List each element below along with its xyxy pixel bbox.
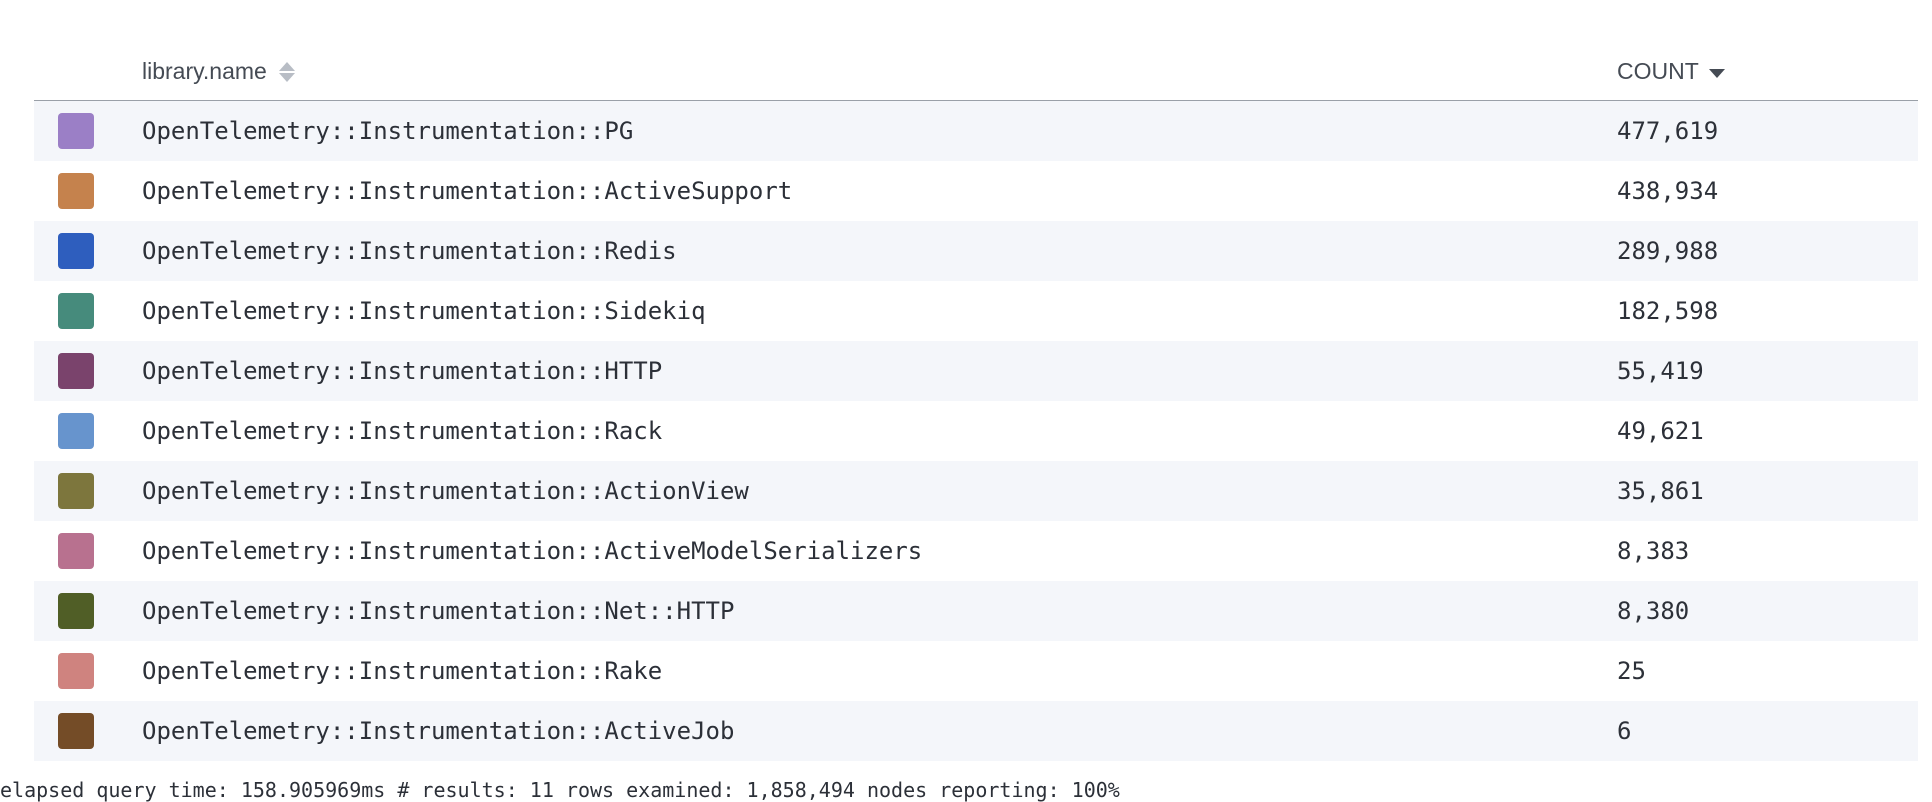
count-cell: 8,380 bbox=[1617, 597, 1690, 625]
library-name-cell: OpenTelemetry::Instrumentation::ActiveJo… bbox=[142, 717, 735, 745]
library-name-cell: OpenTelemetry::Instrumentation::ActionVi… bbox=[142, 477, 749, 505]
series-color-swatch[interactable] bbox=[58, 713, 94, 749]
table-row[interactable]: OpenTelemetry::Instrumentation::Rake 25 bbox=[34, 641, 1918, 701]
table-body: OpenTelemetry::Instrumentation::PG 477,61… bbox=[34, 101, 1918, 761]
count-cell: 35,861 bbox=[1617, 477, 1704, 505]
library-name-cell: OpenTelemetry::Instrumentation::Sidekiq bbox=[142, 297, 706, 325]
library-name-cell: OpenTelemetry::Instrumentation::Rack bbox=[142, 417, 663, 445]
series-color-swatch[interactable] bbox=[58, 353, 94, 389]
count-cell: 438,934 bbox=[1617, 177, 1719, 205]
count-cell: 182,598 bbox=[1617, 297, 1719, 325]
series-color-swatch[interactable] bbox=[58, 653, 94, 689]
library-name-cell: OpenTelemetry::Instrumentation::Net::HTT… bbox=[142, 597, 735, 625]
series-color-swatch[interactable] bbox=[58, 533, 94, 569]
count-cell: 477,619 bbox=[1617, 117, 1719, 145]
series-color-swatch[interactable] bbox=[58, 473, 94, 509]
count-cell: 49,621 bbox=[1617, 417, 1704, 445]
count-cell: 289,988 bbox=[1617, 237, 1719, 265]
library-name-cell: OpenTelemetry::Instrumentation::PG bbox=[142, 117, 634, 145]
count-cell: 6 bbox=[1617, 717, 1632, 745]
table-row[interactable]: OpenTelemetry::Instrumentation::PG 477,61… bbox=[34, 101, 1918, 161]
table-row[interactable]: OpenTelemetry::Instrumentation::Rack 49,6… bbox=[34, 401, 1918, 461]
series-color-swatch[interactable] bbox=[58, 113, 94, 149]
column-header-label: library.name bbox=[142, 58, 267, 84]
series-color-swatch[interactable] bbox=[58, 233, 94, 269]
query-stats: elapsed query time: 158.905969ms # resul… bbox=[0, 778, 1120, 802]
library-name-cell: OpenTelemetry::Instrumentation::Redis bbox=[142, 237, 677, 265]
table-row[interactable]: OpenTelemetry::Instrumentation::ActiveJo… bbox=[34, 701, 1918, 761]
table-row[interactable]: OpenTelemetry::Instrumentation::ActiveMo… bbox=[34, 521, 1918, 581]
library-name-cell: OpenTelemetry::Instrumentation::ActiveMo… bbox=[142, 537, 923, 565]
table-row[interactable]: OpenTelemetry::Instrumentation::ActionVi… bbox=[34, 461, 1918, 521]
library-name-cell: OpenTelemetry::Instrumentation::ActiveSu… bbox=[142, 177, 793, 205]
table-header: library.name COUNT bbox=[34, 40, 1918, 101]
table-row[interactable]: OpenTelemetry::Instrumentation::HTTP 55,4… bbox=[34, 341, 1918, 401]
series-color-swatch[interactable] bbox=[58, 413, 94, 449]
library-name-cell: OpenTelemetry::Instrumentation::Rake bbox=[142, 657, 663, 685]
table-row[interactable]: OpenTelemetry::Instrumentation::ActiveSu… bbox=[34, 161, 1918, 221]
results-table: library.name COUNT OpenTelemetry::Instru… bbox=[34, 40, 1918, 761]
count-cell: 55,419 bbox=[1617, 357, 1704, 385]
column-header-label: COUNT bbox=[1617, 58, 1699, 84]
series-color-swatch[interactable] bbox=[58, 293, 94, 329]
sort-descending-icon[interactable] bbox=[1708, 68, 1725, 78]
series-color-swatch[interactable] bbox=[58, 593, 94, 629]
library-name-cell: OpenTelemetry::Instrumentation::HTTP bbox=[142, 357, 663, 385]
count-cell: 8,383 bbox=[1617, 537, 1690, 565]
series-color-swatch[interactable] bbox=[58, 173, 94, 209]
sort-toggle-icon[interactable] bbox=[278, 61, 295, 83]
table-row[interactable]: OpenTelemetry::Instrumentation::Sidekiq 1… bbox=[34, 281, 1918, 341]
column-header-library-name[interactable]: library.name bbox=[142, 58, 295, 85]
table-row[interactable]: OpenTelemetry::Instrumentation::Net::HTT… bbox=[34, 581, 1918, 641]
table-row[interactable]: OpenTelemetry::Instrumentation::Redis 289… bbox=[34, 221, 1918, 281]
column-header-count[interactable]: COUNT bbox=[1617, 58, 1725, 85]
count-cell: 25 bbox=[1617, 657, 1646, 685]
